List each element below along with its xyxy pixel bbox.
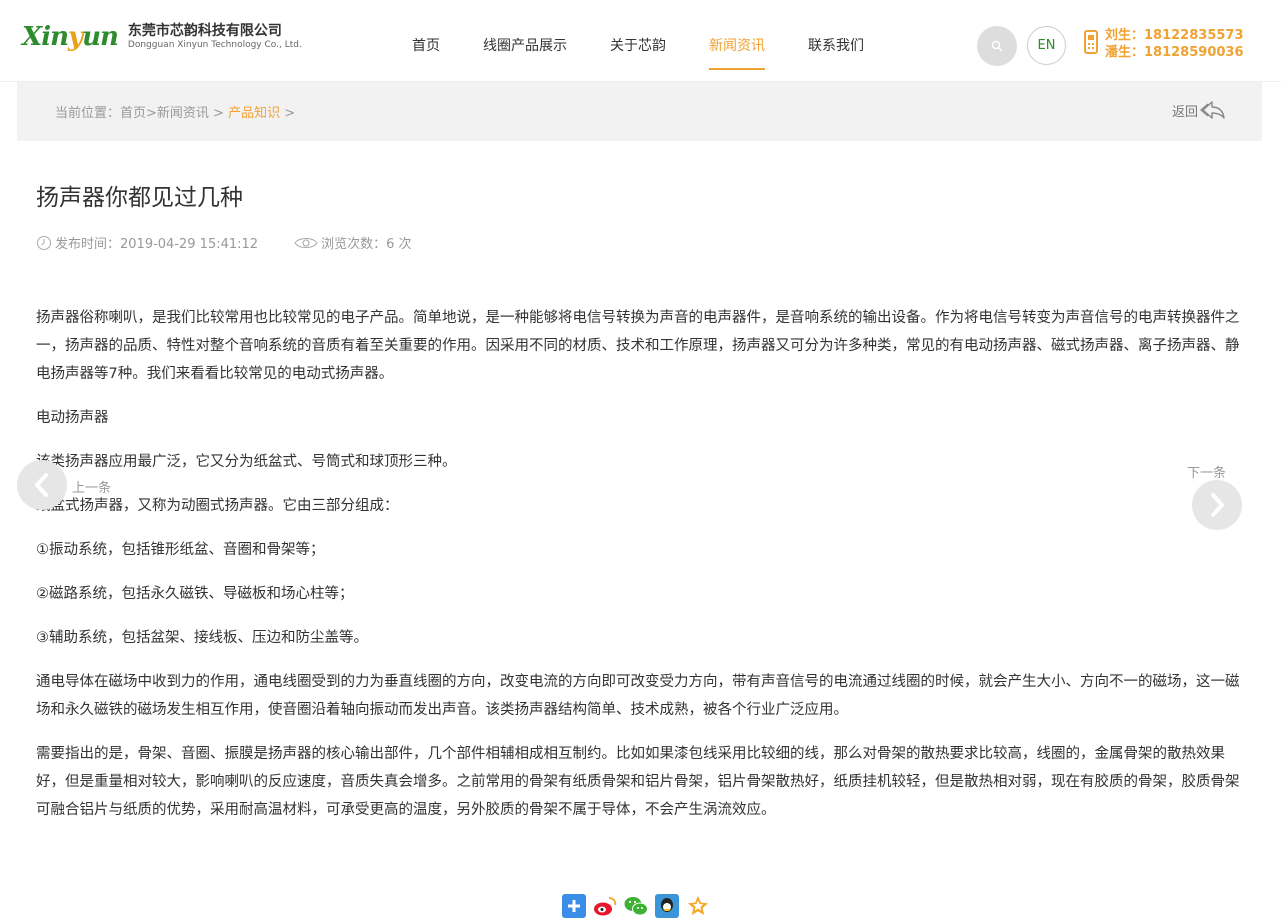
company-name-cn: 东莞市芯韵科技有限公司 <box>127 23 282 40</box>
article-title: 扬声器你都见过几种 <box>36 185 243 211</box>
logo-text: 东莞市芯韵科技有限公司 Dongguan Xinyun Technology C… <box>128 23 302 51</box>
nav-home[interactable]: 首页 <box>412 0 440 82</box>
back-arrow-icon <box>1200 101 1225 119</box>
article-paragraph: ②磁路系统，包括永久磁铁、导磁板和场心柱等； <box>36 586 354 602</box>
chevron-left-icon <box>35 473 48 497</box>
breadcrumb-current[interactable]: 产品知识 <box>228 106 280 121</box>
article-body: 扬声器俗称喇叭，是我们比较常用也比较常见的电子产品。简单地说，是一种能够将电信号… <box>36 304 1240 840</box>
article-paragraph: 通电导体在磁场中收到力的作用，通电线圈受到的力为垂直线圈的方向，改变电流的方向即… <box>36 674 1240 718</box>
article-meta: 发布时间：2019-04-29 15:41:12 浏览次数：6 次 <box>36 233 411 252</box>
nav-news[interactable]: 新闻资讯 <box>709 0 765 82</box>
nav-about[interactable]: 关于芯韵 <box>610 0 666 82</box>
next-article-label[interactable]: 下一条 <box>1187 462 1226 481</box>
company-name-en: Dongguan Xinyun Technology Co., Ltd. <box>127 40 302 50</box>
wechat-icon[interactable] <box>624 894 648 918</box>
chevron-right-icon <box>1211 493 1224 517</box>
back-button[interactable]: 返回 <box>1172 99 1226 121</box>
nav-products[interactable]: 线圈产品展示 <box>483 0 567 82</box>
search-icon <box>991 40 1003 52</box>
publish-time: 发布时间：2019-04-29 15:41:12 <box>36 233 258 252</box>
breadcrumb-path[interactable]: 当前位置：首页>新闻资讯 > <box>55 106 224 121</box>
nav-contact[interactable]: 联系我们 <box>808 0 864 82</box>
breadcrumb-bar: 当前位置：首页>新闻资讯 > 产品知识 > 返回 <box>17 82 1262 141</box>
prev-article-label[interactable]: 上一条 <box>72 477 111 496</box>
site-logo[interactable]: Xinyun 东莞市芯韵科技有限公司 Dongguan Xinyun Techn… <box>22 22 302 52</box>
phone-contacts: 刘生：18122835573 潘生：18128590036 <box>1083 27 1244 61</box>
back-label: 返回 <box>1171 104 1198 120</box>
qq-icon[interactable] <box>655 894 679 918</box>
article-paragraph: 该类扬声器应用最广泛，它又分为纸盆式、号筒式和球顶形三种。 <box>36 454 457 470</box>
article-paragraph: ①振动系统，包括锥形纸盆、音圈和骨架等； <box>36 542 325 558</box>
next-article-button[interactable] <box>1192 480 1242 530</box>
weibo-icon[interactable] <box>593 894 617 918</box>
phone-liu: 刘生：18122835573 <box>1105 28 1244 43</box>
phone-pan: 潘生：18128590036 <box>1105 45 1244 60</box>
main-nav: 首页 线圈产品展示 关于芯韵 新闻资讯 联系我们 <box>412 0 907 82</box>
phone-lines: 刘生：18122835573 潘生：18128590036 <box>1105 27 1244 61</box>
phone-icon <box>1084 30 1098 54</box>
breadcrumb: 当前位置：首页>新闻资讯 > 产品知识 > <box>55 102 295 121</box>
share-bar <box>562 894 717 918</box>
article-paragraph: 需要指出的是，骨架、音圈、振膜是扬声器的核心输出部件，几个部件相辅相成相互制约。… <box>36 746 1240 818</box>
plus-share-icon[interactable] <box>562 894 586 918</box>
site-header: Xinyun 东莞市芯韵科技有限公司 Dongguan Xinyun Techn… <box>0 0 1281 82</box>
eye-icon <box>294 237 318 248</box>
logo-mark: Xinyun <box>22 22 119 52</box>
prev-article-button[interactable] <box>17 460 67 510</box>
clock-icon <box>37 235 51 250</box>
article-paragraph: 电动扬声器 <box>36 410 109 426</box>
search-button[interactable] <box>977 26 1017 66</box>
view-count: 浏览次数：6 次 <box>294 233 411 252</box>
language-en-button[interactable]: EN <box>1027 26 1066 65</box>
article-paragraph: ③辅助系统，包括盆架、接线板、压边和防尘盖等。 <box>36 630 368 646</box>
article-paragraph: 扬声器俗称喇叭，是我们比较常用也比较常见的电子产品。简单地说，是一种能够将电信号… <box>36 310 1240 382</box>
publish-time-text: 发布时间：2019-04-29 15:41:12 <box>55 237 259 252</box>
article-paragraph: 纸盆式扬声器，又称为动圈式扬声器。它由三部分组成： <box>36 498 399 514</box>
view-count-text: 浏览次数：6 次 <box>321 237 412 252</box>
favorite-star-icon[interactable] <box>686 894 710 918</box>
breadcrumb-suffix: > <box>284 106 296 121</box>
